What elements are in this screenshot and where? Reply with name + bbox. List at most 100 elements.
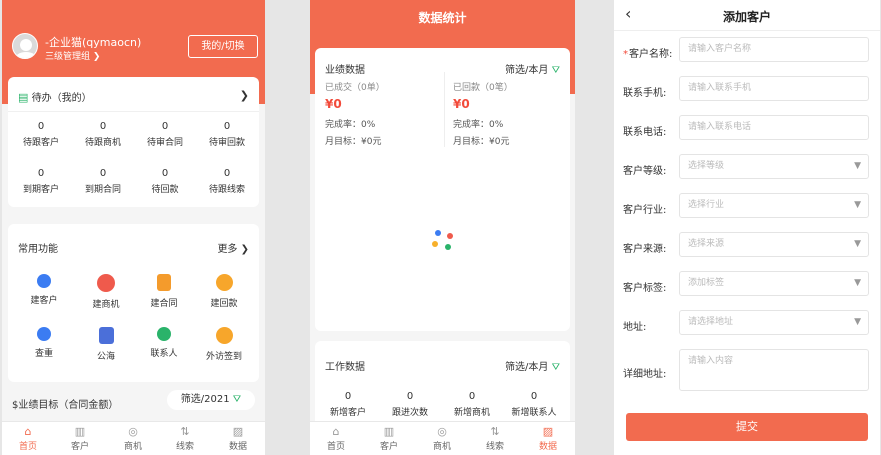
spinner-dot <box>447 233 453 239</box>
todo-list-icon: ▤ <box>18 91 29 104</box>
tab-bar: ⌂ 首页 ▥ 客户 ◎ 商机 ⇅ 线索 ▨ 数据 <box>310 421 575 455</box>
chevron-down-icon: ▼ <box>854 278 861 288</box>
required-mark: * <box>623 49 628 60</box>
add-customer-icon <box>37 274 51 288</box>
work-card: 工作数据 筛选/本月 ⛛ 0 新增客户 0 跟进次数 0 新增商机 0 新增联系… <box>315 341 570 431</box>
function-contact[interactable]: 联系人 <box>133 327 195 359</box>
work-filter-button[interactable]: 筛选/本月 ⛛ <box>505 358 560 373</box>
filter-icon: ⛛ <box>551 65 560 76</box>
page-title: 数据统计 <box>418 11 467 25</box>
work-item-new-contacts[interactable]: 0 新增联系人 <box>503 391 565 418</box>
function-add-opportunity[interactable]: 建商机 <box>75 274 137 310</box>
add-contract-icon <box>157 274 171 291</box>
level-select[interactable]: 选择等级 ▼ <box>679 154 869 179</box>
performance-card: 业绩数据 筛选/本月 ⛛ 已成交（0单） ¥0 完成率：0% 月目标：¥0元 已… <box>315 48 570 331</box>
visit-checkin-icon <box>215 327 233 344</box>
tab-customer[interactable]: ▥ 客户 <box>54 425 106 452</box>
check-duplicate-icon <box>37 327 51 341</box>
statistics-screen: 数据统计 业绩数据 筛选/本月 ⛛ 已成交（0单） ¥0 完成率：0% 月目标：… <box>310 0 575 455</box>
function-visit-checkin[interactable]: 外访签到 <box>193 327 255 362</box>
todo-item-review-contract[interactable]: 0 待审合同 <box>134 121 196 148</box>
todo-header[interactable]: ▤ 待办（我的） <box>18 89 92 104</box>
data-icon: ▨ <box>542 425 554 438</box>
todo-item-follow-customer[interactable]: 0 待跟客户 <box>10 121 72 148</box>
chevron-down-icon: ▼ <box>854 239 861 249</box>
home-icon: ⌂ <box>332 425 340 438</box>
tab-home[interactable]: ⌂ 首页 <box>310 425 362 452</box>
user-role[interactable]: 三级管理组 ❯ <box>45 49 100 62</box>
work-item-new-opportunities[interactable]: 0 新增商机 <box>441 391 503 418</box>
todo-title: 待办（我的） <box>31 93 92 104</box>
todo-item-expiring-contract[interactable]: 0 到期合同 <box>72 168 134 195</box>
spinner-dot <box>445 244 451 250</box>
home-screen: -企业猫(qymaocn) 三级管理组 ❯ 我的/切换 ▤ 待办（我的） ❯ 0… <box>2 0 265 455</box>
filter-icon: ⛛ <box>232 394 242 405</box>
todo-item-pending-payment[interactable]: 0 待回款 <box>134 168 196 195</box>
contact-icon <box>157 327 171 341</box>
add-opportunity-icon <box>97 274 115 292</box>
tab-opportunity[interactable]: ◎ 商机 <box>107 425 159 452</box>
tab-data[interactable]: ▨ 数据 <box>522 425 574 452</box>
tab-data[interactable]: ▨ 数据 <box>212 425 264 452</box>
work-item-follow-ups[interactable]: 0 跟进次数 <box>379 391 441 418</box>
customer-icon: ▥ <box>383 425 395 438</box>
function-add-contract[interactable]: 建合同 <box>133 274 195 309</box>
tab-bar: ⌂ 首页 ▥ 客户 ◎ 商机 ⇅ 线索 ▨ 数据 <box>2 421 265 455</box>
todo-item-follow-lead[interactable]: 0 待跟线索 <box>196 168 258 195</box>
home-icon: ⌂ <box>24 425 32 438</box>
todo-chevron-icon[interactable]: ❯ <box>240 89 249 102</box>
todo-item-review-payment[interactable]: 0 待审回款 <box>196 121 258 148</box>
tab-lead[interactable]: ⇅ 线索 <box>159 425 211 452</box>
function-add-customer[interactable]: 建客户 <box>13 274 75 306</box>
lead-icon: ⇅ <box>180 425 190 438</box>
tab-opportunity[interactable]: ◎ 商机 <box>416 425 468 452</box>
functions-title: 常用功能 <box>18 244 58 255</box>
todo-item-follow-opportunity[interactable]: 0 待跟商机 <box>72 121 134 148</box>
opportunity-icon: ◎ <box>128 425 138 438</box>
todo-card: ▤ 待办（我的） ❯ 0 待跟客户 0 待跟商机 0 待审合同 0 待审回款 0… <box>8 77 259 207</box>
industry-select[interactable]: 选择行业 ▼ <box>679 193 869 218</box>
divider <box>444 72 445 147</box>
submit-button[interactable]: 提交 <box>626 413 868 441</box>
customer-icon: ▥ <box>74 425 86 438</box>
goal-title: $业绩目标（合同金额） <box>12 400 119 411</box>
public-pool-icon <box>98 327 114 344</box>
tab-home[interactable]: ⌂ 首页 <box>2 425 54 452</box>
source-select[interactable]: 选择来源 ▼ <box>679 232 869 257</box>
detail-address-textarea[interactable]: 请输入内容 <box>679 349 869 391</box>
divider <box>614 30 880 31</box>
mobile-input[interactable]: 请输入联系手机 <box>679 76 869 101</box>
divider <box>8 111 259 112</box>
user-name: -企业猫(qymaocn) <box>45 36 142 49</box>
phone-input[interactable]: 请输入联系电话 <box>679 115 869 140</box>
function-check-duplicate[interactable]: 查重 <box>13 327 75 359</box>
loading-spinner-icon <box>432 230 459 254</box>
lead-icon: ⇅ <box>490 425 500 438</box>
filter-icon: ⛛ <box>551 362 560 373</box>
tags-select[interactable]: 添加标签 ▼ <box>679 271 869 296</box>
customer-name-input[interactable]: 请输入客户名称 <box>679 37 869 62</box>
chevron-down-icon: ▼ <box>854 161 861 171</box>
function-add-payment[interactable]: 建回款 <box>193 274 255 309</box>
work-item-new-customers[interactable]: 0 新增客户 <box>317 391 379 418</box>
spinner-dot <box>435 230 441 236</box>
functions-card: 常用功能 更多 ❯ 建客户 建商机 建合同 建回款 查重 公海 联系人 外访签到 <box>8 224 259 382</box>
performance-filter-button[interactable]: 筛选/本月 ⛛ <box>505 61 560 76</box>
function-public-pool[interactable]: 公海 <box>75 327 137 362</box>
opportunity-icon: ◎ <box>437 425 447 438</box>
tab-customer[interactable]: ▥ 客户 <box>363 425 415 452</box>
goal-filter-button[interactable]: 筛选/2021 ⛛ <box>167 390 255 410</box>
todo-item-expiring-customer[interactable]: 0 到期客户 <box>10 168 72 195</box>
chevron-down-icon: ▼ <box>854 317 861 327</box>
performance-title: 业绩数据 <box>325 65 365 76</box>
payments-stats: 已回款（0笔） ¥0 完成率：0% 月目标：¥0元 <box>453 83 513 147</box>
address-select[interactable]: 请选择地址 ▼ <box>679 310 869 335</box>
chevron-down-icon: ▼ <box>854 200 861 210</box>
switch-account-button[interactable]: 我的/切换 <box>188 35 258 58</box>
spinner-dot <box>432 241 438 247</box>
avatar[interactable] <box>12 33 38 59</box>
data-icon: ▨ <box>232 425 244 438</box>
deals-stats: 已成交（0单） ¥0 完成率：0% 月目标：¥0元 <box>325 83 385 147</box>
functions-more-link[interactable]: 更多 ❯ <box>217 240 249 255</box>
tab-lead[interactable]: ⇅ 线索 <box>469 425 521 452</box>
